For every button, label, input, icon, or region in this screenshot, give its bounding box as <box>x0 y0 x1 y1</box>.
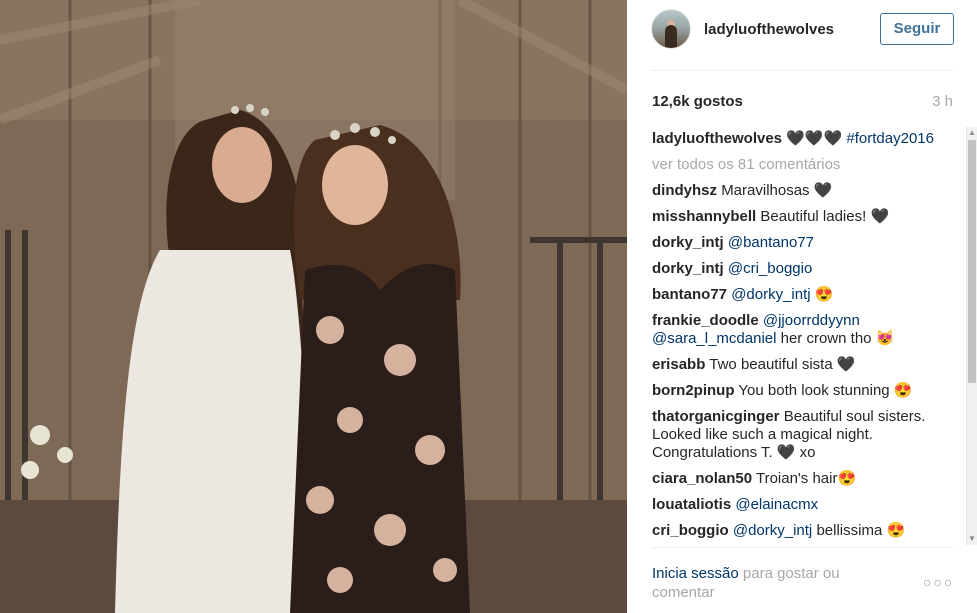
comment-username[interactable]: cri_boggio <box>652 522 729 539</box>
scroll-up-arrow-icon[interactable]: ▲ <box>967 127 977 139</box>
login-link[interactable]: Inicia sessão <box>652 565 739 582</box>
likes-count[interactable]: 12,6k gostos <box>652 93 743 110</box>
photo-scene <box>0 0 627 613</box>
more-options-icon[interactable]: ○○○ <box>923 574 953 590</box>
list-item: ciara_nolan50 Troian's hair😍 <box>652 470 956 488</box>
header-username[interactable]: ladyluofthewolves <box>704 21 834 38</box>
post-photo[interactable] <box>0 0 627 613</box>
comment-mention[interactable]: @cri_boggio <box>728 260 812 277</box>
comment-mention[interactable]: @dorky_intj <box>733 522 812 539</box>
comment-username[interactable]: bantano77 <box>652 286 727 303</box>
list-item: thatorganicginger Beautiful soul sisters… <box>652 408 956 462</box>
post-side-panel: ladyluofthewolves Seguir 12,6k gostos 3 … <box>627 0 977 613</box>
comment-text: Maravilhosas 🖤 <box>721 182 833 199</box>
comment-mention[interactable]: @sara_l_mcdaniel <box>652 330 776 347</box>
comment-username[interactable]: louataliotis <box>652 496 731 513</box>
list-item: dindyhsz Maravilhosas 🖤 <box>652 182 956 200</box>
comment-username[interactable]: frankie_doodle <box>652 312 759 329</box>
comment-username[interactable]: misshannybell <box>652 208 756 225</box>
login-prompt: Inicia sessão para gostar ou comentar <box>652 564 882 602</box>
comment-username[interactable]: ciara_nolan50 <box>652 470 752 487</box>
comment-username[interactable]: erisabb <box>652 356 705 373</box>
caption: ladyluofthewolves 🖤🖤🖤 #fortday2016 <box>652 130 956 148</box>
comment-text: Beautiful ladies! 🖤 <box>760 208 890 225</box>
comment-mention[interactable]: @jjoorrddyynn <box>763 312 860 329</box>
caption-hashtag[interactable]: #fortday2016 <box>846 130 934 147</box>
follow-button[interactable]: Seguir <box>880 13 954 45</box>
comment-text: Two beautiful sista 🖤 <box>709 356 856 373</box>
comment-text: her crown tho 😻 <box>780 330 895 347</box>
list-item: dorky_intj @bantano77 <box>652 234 956 252</box>
comment-username[interactable]: dorky_intj <box>652 234 724 251</box>
caption-username[interactable]: ladyluofthewolves <box>652 130 782 147</box>
caption-text: 🖤🖤🖤 <box>786 130 843 147</box>
comment-mention[interactable]: @elainacmx <box>735 496 818 513</box>
comment-text: You both look stunning 😍 <box>738 382 913 399</box>
list-item: louataliotis @elainacmx <box>652 496 956 514</box>
comment-username[interactable]: dorky_intj <box>652 260 724 277</box>
comment-username[interactable]: born2pinup <box>652 382 735 399</box>
view-all-comments-link[interactable]: ver todos os 81 comentários <box>652 156 956 174</box>
list-item: cri_boggio @dorky_intj bellissima 😍 <box>652 522 956 540</box>
avatar[interactable] <box>651 9 691 49</box>
list-item: bantano77 @dorky_intj 😍 <box>652 286 956 304</box>
comment-username[interactable]: dindyhsz <box>652 182 717 199</box>
comments-scrollbar[interactable]: ▲ ▼ <box>966 127 977 545</box>
comment-username[interactable]: thatorganicginger <box>652 408 780 425</box>
post-footer: Inicia sessão para gostar ou comentar ○○… <box>651 547 953 613</box>
comment-text: bellissima 😍 <box>816 522 906 539</box>
avatar-figure <box>665 25 677 48</box>
list-item: misshannybell Beautiful ladies! 🖤 <box>652 208 956 226</box>
comment-mention[interactable]: @bantano77 <box>728 234 814 251</box>
list-item: dorky_intj @cri_boggio <box>652 260 956 278</box>
list-item: frankie_doodle @jjoorrddyynn @sara_l_mcd… <box>652 312 956 348</box>
comment-text: Troian's hair😍 <box>755 470 857 487</box>
post-time[interactable]: 3 h <box>932 93 953 110</box>
scrollbar-thumb[interactable] <box>968 140 976 383</box>
comment-mention[interactable]: @dorky_intj <box>731 286 810 303</box>
post-header: ladyluofthewolves Seguir <box>651 0 954 71</box>
list-item: born2pinup You both look stunning 😍 <box>652 382 956 400</box>
comments-list[interactable]: ladyluofthewolves 🖤🖤🖤 #fortday2016 ver t… <box>652 130 956 546</box>
scroll-down-arrow-icon[interactable]: ▼ <box>967 533 977 545</box>
list-item: erisabb Two beautiful sista 🖤 <box>652 356 956 374</box>
comment-text: 😍 <box>814 286 834 303</box>
